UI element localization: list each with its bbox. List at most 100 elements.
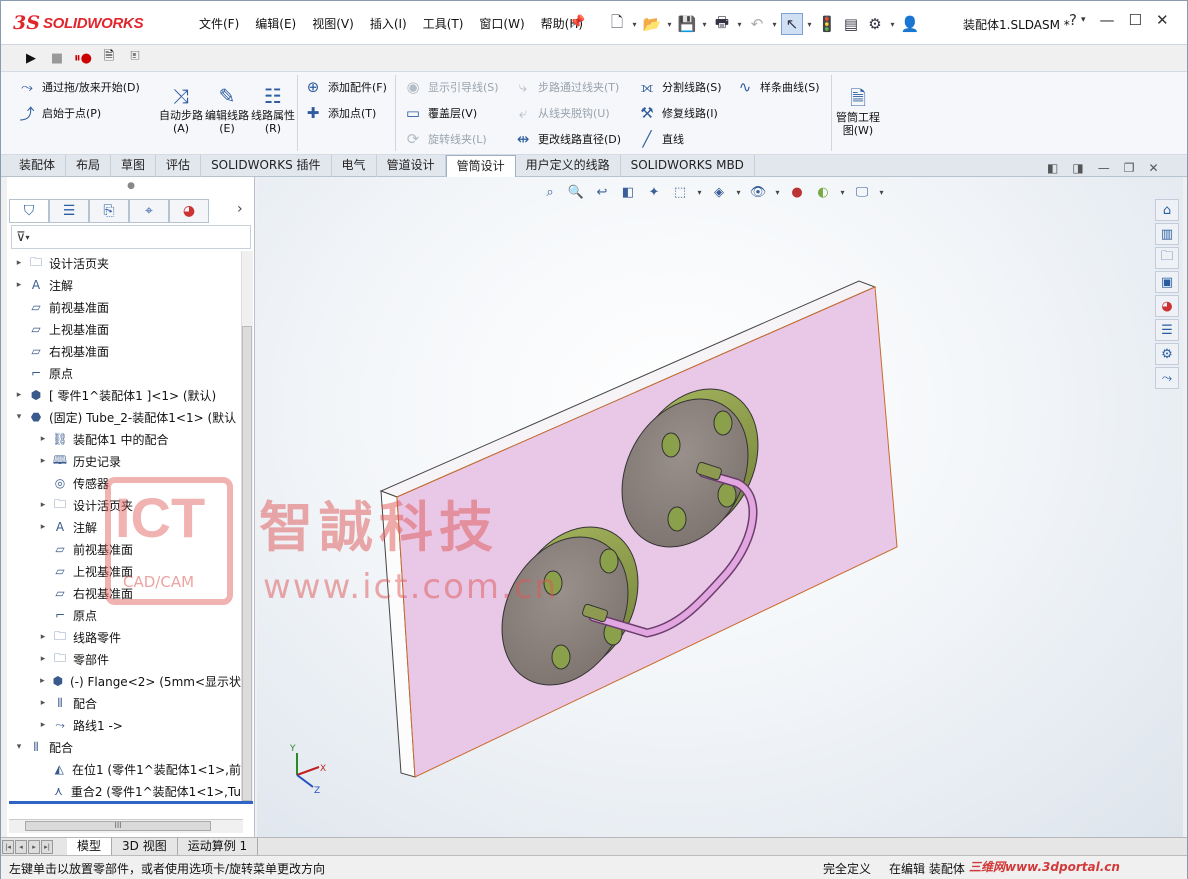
print-dropdown-icon[interactable]: ▾	[735, 20, 744, 29]
tree-item[interactable]: ▾ ⫴ 配合	[9, 737, 241, 757]
tab-assembly[interactable]: 装配体	[9, 155, 67, 177]
tab-mbd[interactable]: SOLIDWORKS MBD	[621, 155, 755, 177]
route-through-clip-button[interactable]: ⤷ 步路通过线夹(T)	[513, 77, 620, 97]
show-guides-button[interactable]: ◉ 显示引导线(S)	[403, 77, 498, 97]
display-style-icon[interactable]: ◈	[708, 183, 730, 201]
tree-item[interactable]: ▱ 右视基准面	[9, 341, 241, 361]
display-manager-tab-icon[interactable]: ◕	[169, 199, 209, 223]
tree-item[interactable]: ◭ 在位1 (零件1^装配体1<1>,前	[9, 759, 241, 779]
tab-user-defined-route[interactable]: 用户定义的线路	[516, 155, 621, 177]
collapse-arrow-icon[interactable]: ▾	[13, 412, 25, 422]
close-icon[interactable]: ✕	[1156, 11, 1169, 29]
rotate-clip-button[interactable]: ⟳ 旋转线夹(L)	[403, 129, 487, 149]
tree-item[interactable]: ⌐ 原点	[9, 605, 241, 625]
first-tab-icon[interactable]: |◂	[2, 839, 14, 854]
custom-properties-icon[interactable]: ☰	[1155, 319, 1179, 341]
menu-file[interactable]: 文件(F)	[191, 15, 247, 33]
solidworks-logo[interactable]: 3S SOLIDWORKS	[13, 9, 163, 37]
viewport-prev-icon[interactable]: ◧	[1047, 161, 1058, 175]
last-tab-icon[interactable]: ▸|	[41, 839, 53, 854]
tree-item[interactable]: ▸ ⬢ [ 零件1^装配体1 ]<1> (默认)	[9, 385, 241, 405]
tree-item[interactable]: ▸ ⤳ 路线1 ->	[9, 715, 241, 735]
tube-drawing-button[interactable]: 🗎 管筒工程图(W)	[835, 85, 881, 138]
property-manager-tab-icon[interactable]: ☰	[49, 199, 89, 223]
tab-motion-study[interactable]: 运动算例 1	[178, 838, 259, 855]
view-settings-dropdown-icon[interactable]: ▾	[877, 188, 886, 197]
undo-dropdown-icon[interactable]: ▾	[770, 20, 779, 29]
expand-arrow-icon[interactable]: ▸	[37, 434, 49, 444]
spline-button[interactable]: ∿ 样条曲线(S)	[735, 77, 820, 97]
undo-icon[interactable]: ↶	[746, 13, 768, 35]
collapse-arrow-icon[interactable]: ▾	[13, 742, 25, 752]
view-palette-icon[interactable]: ▣	[1155, 271, 1179, 293]
expand-arrow-icon[interactable]: ▸	[37, 654, 49, 664]
add-fitting-button[interactable]: ⊕ 添加配件(F)	[303, 77, 387, 97]
tab-piping[interactable]: 管道设计	[377, 155, 446, 177]
viewport-restore-icon[interactable]: ❐	[1124, 161, 1135, 175]
tree-item[interactable]: ⌐ 原点	[9, 363, 241, 383]
next-tab-icon[interactable]: ▸	[28, 839, 40, 854]
menu-insert[interactable]: 插入(I)	[362, 15, 415, 33]
expand-arrow-icon[interactable]: ▸	[37, 456, 49, 466]
hide-show-items-icon[interactable]: 👁	[747, 183, 769, 201]
viewport-next-icon[interactable]: ◨	[1072, 161, 1083, 175]
tree-item[interactable]: ▱ 上视基准面	[9, 319, 241, 339]
edit-route-button[interactable]: ✎ 编辑线路(E)	[204, 83, 250, 136]
expand-arrow-icon[interactable]: ▸	[37, 720, 49, 730]
section-view-icon[interactable]: ◧	[617, 183, 639, 201]
zoom-to-fit-icon[interactable]: ⌕	[539, 183, 561, 201]
record-pause-icon[interactable]: ⏸●	[73, 48, 93, 68]
feature-manager-tab-icon[interactable]: ⛉	[9, 199, 49, 223]
display-style-dropdown-icon[interactable]: ▾	[734, 188, 743, 197]
help-icon[interactable]: ?	[1069, 11, 1077, 29]
tree-item[interactable]: ▸ 🗀 线路零件	[9, 627, 241, 647]
cover-button[interactable]: ▭ 覆盖层(V)	[403, 103, 477, 123]
tab-3d-views[interactable]: 3D 视图	[112, 838, 178, 855]
menu-tools[interactable]: 工具(T)	[415, 15, 472, 33]
expand-arrow-icon[interactable]: ▸	[37, 676, 48, 686]
help-dropdown-icon[interactable]: ▾	[1081, 15, 1086, 29]
edit-macro-icon[interactable]: 🗉	[125, 48, 145, 68]
tab-sketch[interactable]: 草图	[111, 155, 157, 177]
detach-clip-button[interactable]: ⤶ 从线夹脱钩(U)	[513, 103, 610, 123]
tree-scroll-thumb[interactable]	[242, 326, 252, 801]
tree-item[interactable]: ▸ ⫴ 配合	[9, 693, 241, 713]
expand-arrow-icon[interactable]: ▸	[37, 698, 49, 708]
dynamic-annotation-icon[interactable]: ✦	[643, 183, 665, 201]
filter-icon[interactable]: ⊽ ▾	[11, 225, 251, 249]
auto-route-button[interactable]: ⤨ 自动步路(A)	[158, 83, 204, 136]
viewport-close-icon[interactable]: ✕	[1148, 161, 1158, 175]
start-at-point-button[interactable]: ⤴ 启始于点(P)	[17, 103, 101, 123]
previous-view-icon[interactable]: ↩	[591, 183, 613, 201]
open-folder-icon[interactable]: 📂	[641, 13, 663, 35]
panel-grip-icon[interactable]: ●	[7, 177, 255, 195]
scene-dropdown-icon[interactable]: ▾	[838, 188, 847, 197]
select-cursor-icon[interactable]: ↖	[781, 13, 803, 35]
tree-hscroll-thumb[interactable]: III	[25, 821, 211, 831]
tree-item[interactable]: ▸ ⬢ (-) Flange<2> (5mm<显示状	[9, 671, 241, 691]
menu-view[interactable]: 视图(V)	[304, 15, 362, 33]
tab-layout[interactable]: 布局	[66, 155, 112, 177]
select-dropdown-icon[interactable]: ▾	[805, 20, 814, 29]
view-orientation-icon[interactable]: ⬚	[669, 183, 691, 201]
tree-item[interactable]: ▱ 前视基准面	[9, 297, 241, 317]
home-icon[interactable]: ⌂	[1155, 199, 1179, 221]
menu-edit[interactable]: 编辑(E)	[247, 15, 304, 33]
tab-tubing[interactable]: 管筒设计	[445, 155, 516, 177]
split-route-button[interactable]: ⟗ 分割线路(S)	[637, 77, 721, 97]
tree-item[interactable]: ▸ 🗀 设计活页夹	[9, 253, 241, 273]
tree-item[interactable]: ▸ ⛓ 装配体1 中的配合	[9, 429, 241, 449]
viewport-minimize-icon[interactable]: —	[1098, 161, 1110, 175]
configuration-manager-tab-icon[interactable]: ⎘	[89, 199, 129, 223]
new-document-icon[interactable]: 🗋	[606, 13, 628, 35]
repair-route-button[interactable]: ⚒ 修复线路(I)	[637, 103, 718, 123]
tree-item[interactable]: ▸ 🗀 零部件	[9, 649, 241, 669]
edit-appearance-icon[interactable]: ●	[786, 183, 808, 201]
zoom-to-area-icon[interactable]: 🔍	[565, 183, 587, 201]
tree-item[interactable]: ▾ ⬣ (固定) Tube_2-装配体1<1> (默认	[9, 407, 241, 427]
routing-library-icon[interactable]: ⚙	[1155, 343, 1179, 365]
tree-rollback-bar[interactable]	[9, 801, 253, 804]
drag-start-button[interactable]: ⤳ 通过拖/放来开始(D)	[17, 77, 140, 97]
dimxpert-tab-icon[interactable]: ⌖	[129, 199, 169, 223]
options-dropdown-icon[interactable]: ▾	[888, 20, 897, 29]
